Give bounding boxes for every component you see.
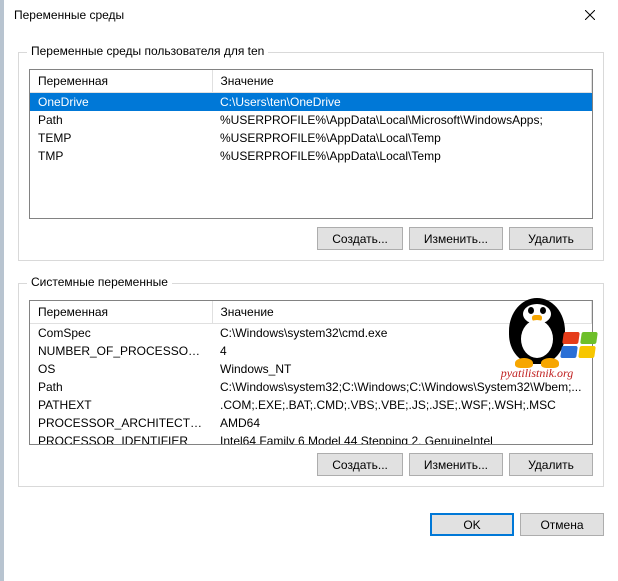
user-cell-name: TMP	[30, 147, 212, 165]
user-cell-value: %USERPROFILE%\AppData\Local\Temp	[212, 147, 592, 165]
user-cell-value: %USERPROFILE%\AppData\Local\Temp	[212, 129, 592, 147]
sys-col-value[interactable]: Значение	[212, 301, 592, 324]
close-icon	[585, 10, 595, 20]
sys-cell-value: Windows_NT	[212, 360, 592, 378]
sys-delete-button[interactable]: Удалить	[509, 453, 593, 476]
user-delete-button[interactable]: Удалить	[509, 227, 593, 250]
sys-cell-value: Intel64 Family 6 Model 44 Stepping 2, Ge…	[212, 432, 592, 445]
user-vars-table-wrap[interactable]: Переменная Значение OneDriveC:\Users\ten…	[29, 69, 593, 219]
window-title: Переменные среды	[14, 8, 124, 22]
user-cell-name: TEMP	[30, 129, 212, 147]
sys-cell-name: OS	[30, 360, 212, 378]
user-create-button[interactable]: Создать...	[317, 227, 403, 250]
user-vars-table: Переменная Значение OneDriveC:\Users\ten…	[30, 70, 592, 165]
sys-cell-name: PATHEXT	[30, 396, 212, 414]
sys-row[interactable]: PROCESSOR_ARCHITECTUREAMD64	[30, 414, 592, 432]
sys-row[interactable]: NUMBER_OF_PROCESSORS4	[30, 342, 592, 360]
sys-cell-value: AMD64	[212, 414, 592, 432]
sys-cell-value: .COM;.EXE;.BAT;.CMD;.VBS;.VBE;.JS;.JSE;.…	[212, 396, 592, 414]
ok-button[interactable]: OK	[430, 513, 514, 536]
sys-cell-name: Path	[30, 378, 212, 396]
sys-cell-name: PROCESSOR_ARCHITECTURE	[30, 414, 212, 432]
sys-create-button[interactable]: Создать...	[317, 453, 403, 476]
user-row[interactable]: TEMP%USERPROFILE%\AppData\Local\Temp	[30, 129, 592, 147]
sys-cell-name: PROCESSOR_IDENTIFIER	[30, 432, 212, 445]
close-button[interactable]	[570, 1, 610, 29]
user-vars-group: Переменные среды пользователя для ten Пе…	[18, 52, 604, 261]
system-vars-table-wrap[interactable]: Переменная Значение ComSpecC:\Windows\sy…	[29, 300, 593, 445]
sys-edit-button[interactable]: Изменить...	[409, 453, 503, 476]
sys-row[interactable]: PathC:\Windows\system32;C:\Windows;C:\Wi…	[30, 378, 592, 396]
sys-cell-value: C:\Windows\system32;C:\Windows;C:\Window…	[212, 378, 592, 396]
sys-cell-value: 4	[212, 342, 592, 360]
user-row[interactable]: TMP%USERPROFILE%\AppData\Local\Temp	[30, 147, 592, 165]
user-vars-buttons: Создать... Изменить... Удалить	[29, 227, 593, 250]
sys-row[interactable]: ComSpecC:\Windows\system32\cmd.exe	[30, 324, 592, 343]
user-cell-value: C:\Users\ten\OneDrive	[212, 93, 592, 112]
cancel-button[interactable]: Отмена	[520, 513, 604, 536]
user-col-value[interactable]: Значение	[212, 70, 592, 93]
sys-cell-name: NUMBER_OF_PROCESSORS	[30, 342, 212, 360]
dialog-buttons: OK Отмена	[4, 501, 618, 546]
user-edit-button[interactable]: Изменить...	[409, 227, 503, 250]
user-col-name[interactable]: Переменная	[30, 70, 212, 93]
sys-row[interactable]: PATHEXT.COM;.EXE;.BAT;.CMD;.VBS;.VBE;.JS…	[30, 396, 592, 414]
sys-row[interactable]: PROCESSOR_IDENTIFIERIntel64 Family 6 Mod…	[30, 432, 592, 445]
sys-col-name[interactable]: Переменная	[30, 301, 212, 324]
system-vars-table: Переменная Значение ComSpecC:\Windows\sy…	[30, 301, 592, 445]
user-cell-name: Path	[30, 111, 212, 129]
system-vars-label: Системные переменные	[27, 275, 172, 289]
user-row[interactable]: OneDriveC:\Users\ten\OneDrive	[30, 93, 592, 112]
system-vars-group: Системные переменные Переменная Значение…	[18, 283, 604, 487]
titlebar: Переменные среды	[4, 0, 618, 30]
user-cell-value: %USERPROFILE%\AppData\Local\Microsoft\Wi…	[212, 111, 592, 129]
sys-cell-value: C:\Windows\system32\cmd.exe	[212, 324, 592, 343]
sys-row[interactable]: OSWindows_NT	[30, 360, 592, 378]
user-row[interactable]: Path%USERPROFILE%\AppData\Local\Microsof…	[30, 111, 592, 129]
user-cell-name: OneDrive	[30, 93, 212, 112]
sys-cell-name: ComSpec	[30, 324, 212, 343]
user-vars-label: Переменные среды пользователя для ten	[27, 44, 268, 58]
system-vars-buttons: Создать... Изменить... Удалить	[29, 453, 593, 476]
